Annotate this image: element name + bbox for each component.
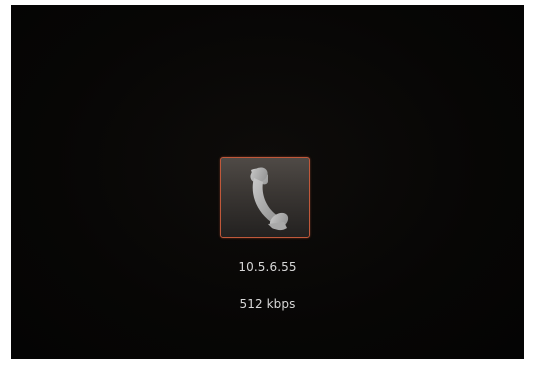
call-screen: 10.5.6.55 512 kbps — [11, 5, 524, 359]
bitrate-label: 512 kbps — [239, 297, 296, 311]
call-button[interactable] — [220, 157, 310, 238]
ip-address-label: 10.5.6.55 — [238, 260, 297, 274]
phone-handset-icon — [250, 167, 289, 231]
